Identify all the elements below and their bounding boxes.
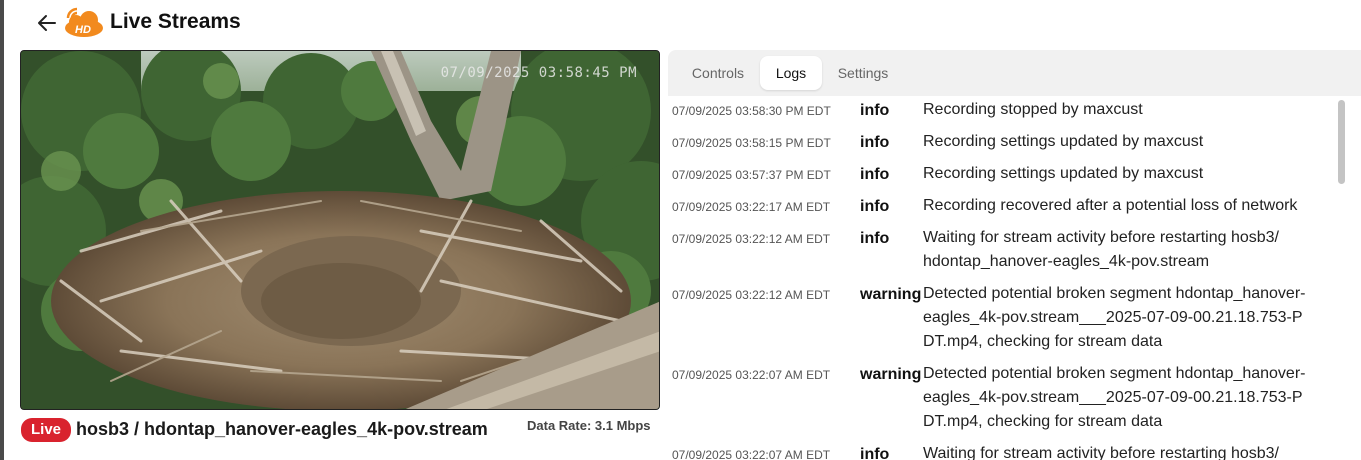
log-message: Recording recovered after a potential lo… bbox=[923, 197, 1298, 214]
log-list[interactable]: 07/09/2025 03:58:30 PM EDT info Recordin… bbox=[668, 98, 1361, 460]
log-level: info bbox=[860, 166, 890, 183]
log-message: Waiting for stream activity before resta… bbox=[923, 229, 1279, 270]
back-arrow-icon[interactable] bbox=[34, 10, 60, 36]
video-player[interactable]: 07/09/2025 03:58:45 PM bbox=[20, 50, 660, 410]
log-time: 07/09/2025 03:58:30 PM EDT bbox=[672, 104, 831, 118]
log-level: info bbox=[860, 102, 890, 119]
log-message: Recording settings updated by maxcust bbox=[923, 133, 1204, 150]
log-level: info bbox=[860, 198, 890, 215]
live-badge: Live bbox=[21, 418, 72, 442]
log-time: 07/09/2025 03:22:12 AM EDT bbox=[672, 288, 831, 302]
tab-bar: Controls Logs Settings bbox=[668, 50, 1361, 96]
log-message: Detected potential broken segment hdonta… bbox=[923, 365, 1306, 430]
log-time: 07/09/2025 03:22:07 AM EDT bbox=[672, 448, 831, 460]
log-level: warning bbox=[860, 366, 922, 383]
log-time: 07/09/2025 03:22:17 AM EDT bbox=[672, 200, 831, 214]
data-rate: Data Rate: 3.1 Mbps bbox=[527, 418, 651, 433]
log-time: 07/09/2025 03:57:37 PM EDT bbox=[672, 168, 831, 182]
log-message: Detected potential broken segment hdonta… bbox=[923, 285, 1306, 350]
page-title: Live Streams bbox=[110, 10, 241, 33]
log-scrollbar[interactable] bbox=[1338, 100, 1345, 184]
hd-logo-icon: HD bbox=[62, 6, 104, 38]
tab-controls[interactable]: Controls bbox=[680, 56, 756, 90]
log-message: Recording settings updated by maxcust bbox=[923, 165, 1204, 182]
stream-detail-panel: Controls Logs Settings 07/09/2025 03:58:… bbox=[668, 50, 1361, 460]
log-level: info bbox=[860, 134, 890, 151]
video-timestamp: 07/09/2025 03:58:45 PM bbox=[440, 65, 637, 81]
log-time: 07/09/2025 03:22:12 AM EDT bbox=[672, 232, 831, 246]
log-time: 07/09/2025 03:22:07 AM EDT bbox=[672, 368, 831, 382]
eagle-nest-video-frame bbox=[21, 51, 659, 409]
tab-settings[interactable]: Settings bbox=[828, 56, 898, 90]
logo-text: HD bbox=[75, 24, 91, 36]
log-level: info bbox=[860, 446, 890, 460]
log-level: warning bbox=[860, 286, 922, 303]
log-level: info bbox=[860, 230, 890, 247]
stream-name: hosb3 / hdontap_hanover-eagles_4k-pov.st… bbox=[76, 419, 488, 439]
window-edge bbox=[0, 0, 4, 460]
log-message: Recording stopped by maxcust bbox=[923, 101, 1143, 118]
log-message: Waiting for stream activity before resta… bbox=[923, 445, 1279, 460]
tab-logs[interactable]: Logs bbox=[760, 56, 822, 90]
log-time: 07/09/2025 03:58:15 PM EDT bbox=[672, 136, 831, 150]
